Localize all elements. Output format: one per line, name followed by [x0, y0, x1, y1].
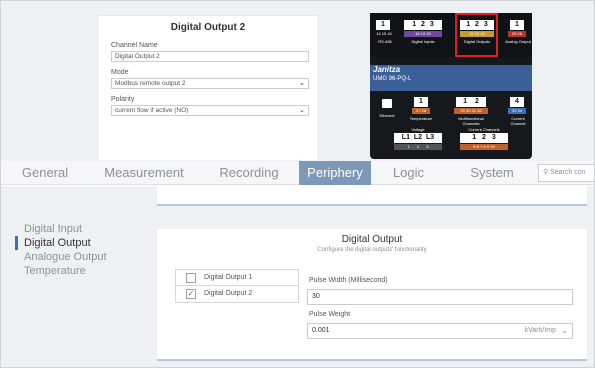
pulse-width-input[interactable]: 30 [307, 289, 573, 305]
card-subtitle: Configure the digital outputs' functiona… [317, 247, 427, 253]
sidebar-item-digital-output[interactable]: Digital Output [15, 236, 107, 250]
digital-output-card: Digital Output Configure the digital out… [157, 229, 587, 361]
temperature-terminal: 1 [414, 97, 428, 107]
mode-select[interactable]: Modbus remote output 2 ⌄ [111, 78, 309, 89]
device-model: UMG 96-PQ-L [373, 76, 412, 82]
current-channels-terminals: 1 2 3 [460, 133, 508, 143]
analog-output-label: Analog Output [505, 39, 531, 44]
current-channel-label: Current Channel [510, 116, 526, 126]
voltage-pins: 1 2 3 [394, 144, 442, 150]
polarity-label: Polarity [111, 96, 135, 103]
list-item[interactable]: Digital Output 1 [176, 270, 298, 286]
temperature-pins: 27 28 [412, 108, 430, 114]
current-channels-label: Current Channels [468, 127, 500, 132]
search-icon: ⚲ [543, 169, 549, 176]
tab-system[interactable]: System [446, 161, 538, 185]
tab-measurement[interactable]: Measurement [89, 161, 199, 185]
voltage-label: Voltage [411, 127, 425, 132]
channel-settings-panel: Digital Output 2 Channel Name Digital Ou… [99, 15, 317, 160]
analog-output-terminal: 1 [510, 20, 524, 30]
mode-label: Mode [111, 69, 129, 76]
chevron-down-icon: ⌄ [299, 107, 305, 114]
pulse-weight-label: Pulse Weight [309, 311, 351, 318]
current-channels-pins: 5 6 7 8 9 10 [460, 144, 508, 150]
main-tab-bar: General Measurement Recording Periphery … [1, 161, 594, 185]
ethernet-icon [382, 99, 392, 108]
rs485-terminal: 1 [376, 20, 390, 30]
mode-value: Modbus remote output 2 [115, 80, 186, 87]
tab-recording[interactable]: Recording [199, 161, 299, 185]
chevron-down-icon[interactable]: ⌄ [561, 324, 568, 338]
polarity-select[interactable]: current flow if active (NO) ⌄ [111, 105, 309, 116]
sidebar-item-temperature[interactable]: Temperature [15, 264, 107, 278]
digital-inputs-terminal: 1 2 3 [404, 20, 442, 30]
selected-digital-outputs-highlight [455, 13, 498, 57]
current-channel-pins: 33 34 [508, 108, 526, 114]
channel-name-input[interactable]: Digital Output 2 [111, 51, 309, 62]
multifunctional-terminal: 1 2 [456, 97, 486, 107]
output-1-checkbox[interactable] [186, 273, 196, 283]
tab-logic[interactable]: Logic [371, 161, 446, 185]
output-1-label: Digital Output 1 [204, 274, 253, 281]
digital-inputs-label: Digital Inputs [411, 39, 435, 44]
device-brand: Janitza [373, 65, 401, 74]
previous-card [157, 186, 587, 206]
tab-periphery[interactable]: Periphery [299, 161, 371, 185]
list-item[interactable]: ✓ Digital Output 2 [176, 286, 298, 302]
current-channel-terminal: 4 [510, 97, 524, 107]
digital-inputs-pins: 18 19 20 [404, 31, 442, 37]
device-diagram: 1 14 15 16 RS-485 1 2 3 18 19 20 Digital… [370, 13, 532, 159]
rs485-pins: 14 15 16 [376, 31, 392, 36]
pulse-weight-input[interactable]: 0.001 kVarh/Imp ⌄ [307, 323, 573, 339]
output-list: Digital Output 1 ✓ Digital Output 2 [175, 269, 299, 303]
output-2-checkbox[interactable]: ✓ [186, 289, 196, 299]
output-2-label: Digital Output 2 [204, 290, 253, 297]
pulse-weight-unit[interactable]: kVarh/Imp [525, 324, 556, 338]
chevron-down-icon: ⌄ [299, 80, 305, 87]
card-title: Digital Output [341, 234, 403, 245]
channel-name-label: Channel Name [111, 42, 158, 49]
tab-general[interactable]: General [1, 161, 89, 185]
multifunctional-label: Multifunctional Channels [458, 116, 484, 126]
sidebar-item-analogue-output[interactable]: Analogue Output [15, 250, 107, 264]
temperature-label: Temperature [409, 116, 433, 121]
search-placeholder: Search con [550, 169, 586, 176]
polarity-value: current flow if active (NO) [115, 107, 189, 114]
sidebar-nav: Digital Input Digital Output Analogue Ou… [15, 222, 107, 278]
analog-output-pins: 25 26 [508, 31, 526, 37]
pulse-weight-value: 0.001 [312, 327, 330, 334]
voltage-terminals: L1 L2 L3 [394, 133, 442, 143]
panel-title: Digital Output 2 [170, 22, 246, 33]
pulse-width-label: Pulse Width (Millisecond) [309, 277, 388, 284]
rs485-label: RS-485 [378, 39, 392, 44]
sidebar-item-digital-input[interactable]: Digital Input [15, 222, 107, 236]
multifunctional-pins: 29 30 31 32 [454, 108, 488, 114]
app-window: Digital Output 2 Channel Name Digital Ou… [0, 0, 595, 368]
search-input[interactable]: ⚲ Search con [538, 164, 594, 182]
ethernet-label: Ethernet [379, 113, 395, 118]
